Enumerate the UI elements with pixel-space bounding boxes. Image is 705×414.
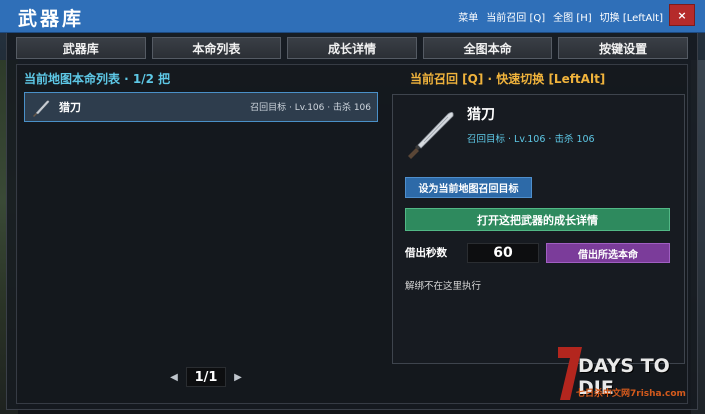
tab-growth-details[interactable]: 成长详情 <box>287 37 417 59</box>
close-icon: × <box>677 8 687 22</box>
title-bar: 武器库 菜单 当前召回 [Q] 全图 [H] 切换 [LeftAlt] × <box>0 0 705 33</box>
borrow-seconds-input[interactable]: 60 <box>467 243 539 263</box>
window-title: 武器库 <box>18 8 85 30</box>
detail-weapon-meta: 召回目标 · Lv.106 · 击杀 106 <box>467 134 595 145</box>
switch-shortcut: 切换 [LeftAlt] <box>599 13 663 24</box>
prev-page-icon[interactable]: ◀ <box>168 372 180 383</box>
menu-shortcut[interactable]: 菜单 <box>458 9 478 24</box>
list-item-meta: 召回目标 · Lv.106 · 击杀 106 <box>250 103 371 113</box>
borrow-selected-button[interactable]: 借出所选本命 <box>546 243 670 263</box>
hunting-knife-icon <box>33 100 50 117</box>
list-item-name: 猎刀 <box>59 101 81 114</box>
next-page-icon[interactable]: ▶ <box>232 372 244 383</box>
hunting-knife-icon <box>408 112 454 159</box>
borrow-seconds-label: 借出秒数 <box>405 247 447 259</box>
tab-bar: 武器库 本命列表 成长详情 全图本命 按键设置 <box>16 37 688 59</box>
open-growth-details-button[interactable]: 打开这把武器的成长详情 <box>405 208 670 231</box>
tab-arsenal[interactable]: 武器库 <box>16 37 146 59</box>
tab-map-bound[interactable]: 全图本命 <box>422 37 553 59</box>
logo-subtitle: 七日杀中文网7risha.com <box>576 389 686 399</box>
list-header: 当前地图本命列表 · 1/2 把 <box>24 72 171 86</box>
detail-weapon-name: 猎刀 <box>467 107 495 123</box>
close-button[interactable]: × <box>669 4 695 26</box>
map-shortcut: 全图 [H] <box>553 13 592 24</box>
set-recall-target-button[interactable]: 设为当前地图召回目标 <box>405 177 532 198</box>
tab-key-settings[interactable]: 按键设置 <box>558 37 688 59</box>
title-shortcuts: 菜单 当前召回 [Q] 全图 [H] 切换 [LeftAlt] <box>458 9 663 24</box>
recall-hint: 当前召回 [Q] · 快速切换 [LeftAlt] <box>410 72 606 86</box>
recall-shortcut: 当前召回 [Q] <box>486 13 546 24</box>
page-indicator: 1/1 <box>186 367 226 387</box>
tab-bound-list[interactable]: 本命列表 <box>151 37 282 59</box>
unbind-note: 解绑不在这里执行 <box>405 281 482 292</box>
pager: ◀ 1/1 ▶ <box>168 367 244 387</box>
list-item[interactable]: 猎刀 召回目标 · Lv.106 · 击杀 106 <box>24 92 378 122</box>
